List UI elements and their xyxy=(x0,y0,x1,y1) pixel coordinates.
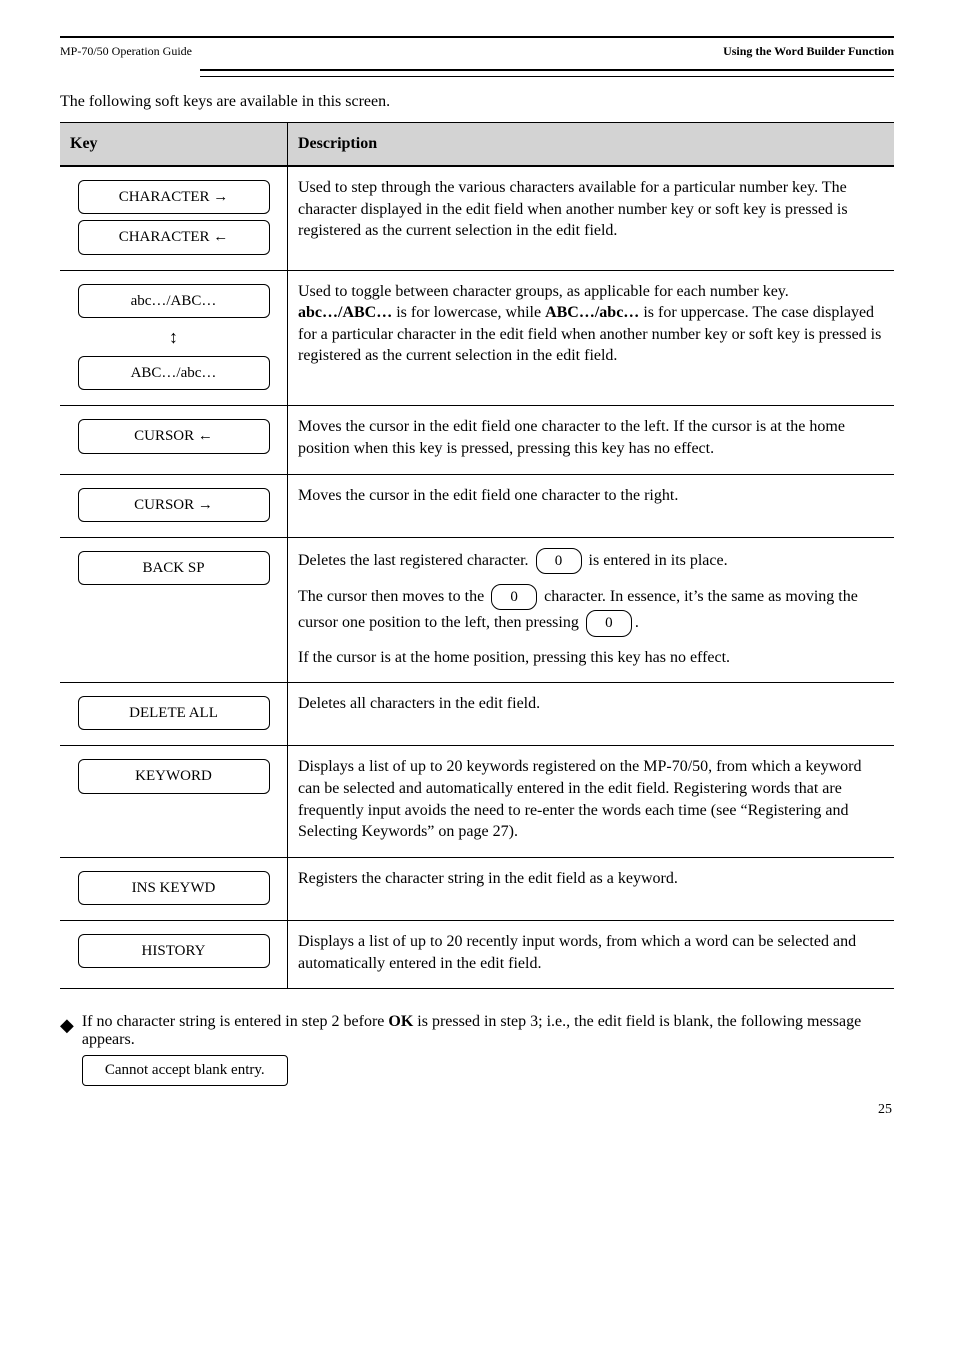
desc-text: Used to step through the various charact… xyxy=(298,177,884,242)
footnote: ◆ If no character string is entered in s… xyxy=(60,1013,894,1086)
desc-text: Displays a list of up to 20 keywords reg… xyxy=(298,756,884,842)
desc-cell: Displays a list of up to 20 recently inp… xyxy=(288,921,894,988)
key-cell: CHARACTER → CHARACTER ← xyxy=(60,167,288,270)
key-cell: BACK SP xyxy=(60,538,288,682)
desc-cell: Deletes the last registered character. 0… xyxy=(288,538,894,682)
softkey: BACK SP xyxy=(78,551,270,585)
table-row: CURSOR ← Moves the cursor in the edit fi… xyxy=(60,405,894,473)
footnote-body: If no character string is entered in ste… xyxy=(82,1013,894,1086)
table-row: KEYWORD Displays a list of up to 20 keyw… xyxy=(60,745,894,856)
hardkey-0: 0 xyxy=(491,584,537,610)
text: The cursor then moves to the xyxy=(298,588,488,605)
text: . xyxy=(635,614,639,631)
softkey: CHARACTER → xyxy=(78,180,270,214)
hardkey-0: 0 xyxy=(536,548,582,574)
desc-text: Moves the cursor in the edit field one c… xyxy=(298,416,884,459)
intro-text: The following soft keys are available in… xyxy=(60,91,894,113)
th-key: Key xyxy=(60,123,288,165)
key-cell: KEYWORD xyxy=(60,746,288,856)
running-header: MP-70/50 Operation Guide Using the Word … xyxy=(60,44,894,59)
swap-icon: ↕ xyxy=(169,325,178,349)
double-rule xyxy=(200,69,894,77)
desc-text: Registers the character string in the ed… xyxy=(298,868,884,890)
table-row: CHARACTER → CHARACTER ← Used to step thr… xyxy=(60,166,894,270)
softkey-table: Key Description CHARACTER → CHARACTER ← … xyxy=(60,122,894,989)
table-row: abc…/ABC… ↕ ABC…/abc… Used to toggle bet… xyxy=(60,270,894,406)
message-box: Cannot accept blank entry. xyxy=(82,1055,288,1086)
softkey: CHARACTER ← xyxy=(78,220,270,254)
hardkey-0: 0 xyxy=(586,610,632,636)
key-cell: DELETE ALL xyxy=(60,683,288,745)
desc-cell: Displays a list of up to 20 keywords reg… xyxy=(288,746,894,856)
header-right: Using the Word Builder Function xyxy=(723,44,894,59)
desc-text: Deletes all characters in the edit field… xyxy=(298,693,884,715)
page-root: MP-70/50 Operation Guide Using the Word … xyxy=(0,0,954,1136)
softkey: abc…/ABC… xyxy=(78,284,270,318)
key-cell: INS KEYWD xyxy=(60,858,288,920)
desc-cell: Used to toggle between character groups,… xyxy=(288,271,894,406)
text: Deletes the last registered character. xyxy=(298,552,533,569)
footnote-text: If no character string is entered in ste… xyxy=(82,1013,389,1030)
desc-cell: Moves the cursor in the edit field one c… xyxy=(288,475,894,537)
desc-text: Displays a list of up to 20 recently inp… xyxy=(298,931,884,974)
softkey: KEYWORD xyxy=(78,759,270,793)
table-row: CURSOR → Moves the cursor in the edit fi… xyxy=(60,474,894,537)
softkey: INS KEYWD xyxy=(78,871,270,905)
top-rule xyxy=(60,36,894,38)
table-row: HISTORY Displays a list of up to 20 rece… xyxy=(60,920,894,988)
table-row: INS KEYWD Registers the character string… xyxy=(60,857,894,920)
key-cell: CURSOR ← xyxy=(60,406,288,473)
desc-cell: Registers the character string in the ed… xyxy=(288,858,894,920)
desc-text: If the cursor is at the home position, p… xyxy=(298,647,884,669)
desc-cell: Used to step through the various charact… xyxy=(288,167,894,270)
desc-text: Used to toggle between character groups,… xyxy=(298,281,884,367)
desc-text: Moves the cursor in the edit field one c… xyxy=(298,485,884,507)
table-row: BACK SP Deletes the last registered char… xyxy=(60,537,894,682)
desc-cell: Moves the cursor in the edit field one c… xyxy=(288,406,894,473)
softkey: DELETE ALL xyxy=(78,696,270,730)
text: is entered in its place. xyxy=(585,552,728,569)
bullet-icon: ◆ xyxy=(60,1013,74,1034)
table-row: DELETE ALL Deletes all characters in the… xyxy=(60,682,894,745)
page-number: 25 xyxy=(878,1102,892,1118)
softkey: CURSOR ← xyxy=(78,419,270,453)
softkey: ABC…/abc… xyxy=(78,356,270,390)
softkey: HISTORY xyxy=(78,934,270,968)
desc-text: Deletes the last registered character. 0… xyxy=(298,548,884,574)
desc-cell: Deletes all characters in the edit field… xyxy=(288,683,894,745)
key-cell: HISTORY xyxy=(60,921,288,988)
key-cell: abc…/ABC… ↕ ABC…/abc… xyxy=(60,271,288,406)
table-header-row: Key Description xyxy=(60,123,894,166)
ok-label: OK xyxy=(388,1013,413,1030)
desc-text: The cursor then moves to the 0 character… xyxy=(298,584,884,637)
key-cell: CURSOR → xyxy=(60,475,288,537)
softkey: CURSOR → xyxy=(78,488,270,522)
header-left: MP-70/50 Operation Guide xyxy=(60,44,192,59)
th-desc: Description xyxy=(288,123,894,165)
